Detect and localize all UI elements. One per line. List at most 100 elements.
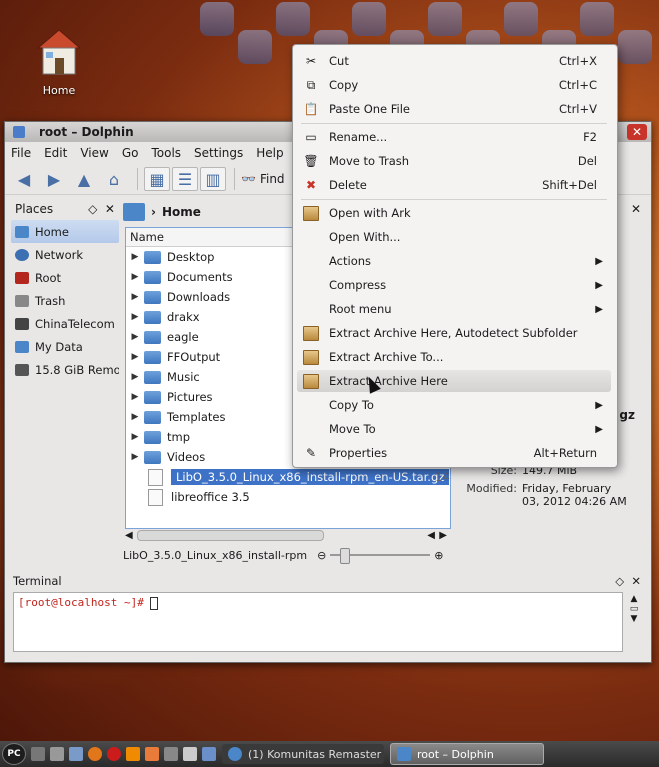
details-view-icon[interactable]: ☰ [172,167,198,191]
folder-icon [144,410,161,424]
panel-controls[interactable]: ◇ ✕ [615,574,641,588]
menu-item-move-to-trash[interactable]: 🗑 Move to Trash Del [297,150,611,172]
terminal-scrollbar[interactable]: ▲ ▭ ▼ [627,594,641,650]
breadcrumb-current[interactable]: Home [162,205,201,219]
launcher-icon[interactable] [183,747,197,761]
zoom-in-icon[interactable]: ⊕ [434,549,443,562]
properties-icon: ✎ [305,446,317,460]
scroll-left-icon[interactable]: ◀ [125,530,133,541]
file-name: libreoffice 3.5 [171,490,250,504]
up-arrow-icon[interactable]: ▲ [71,167,97,191]
place-label: Home [35,224,69,239]
place-network[interactable]: Network [11,243,119,266]
launcher-icon[interactable] [31,747,45,761]
menu-item-extract-archive-here[interactable]: Extract Archive Here [297,370,611,392]
toolbar-divider [137,168,138,190]
menu-item-copy[interactable]: ⧉ Copy Ctrl+C [297,74,611,96]
place-my-data[interactable]: My Data [11,335,119,358]
place-label: 15.8 GiB Remo... [35,362,119,377]
menu-item-label: Extract Archive Here, Autodetect Subfold… [329,326,578,340]
menu-item-delete[interactable]: ✖ Delete Shift+Del [297,174,611,196]
expand-arrow-icon[interactable]: ▶ [126,432,144,442]
columns-view-icon[interactable]: ▥ [200,167,226,191]
horizontal-scrollbar[interactable]: ◀ ◀ ▶ [125,528,449,542]
terminal-console[interactable]: [root@localhost ~]# [13,592,623,652]
scroll-right-icon[interactable]: ▶ [439,530,447,541]
vlc-icon[interactable] [126,747,140,761]
launcher-icon[interactable] [145,747,159,761]
menu-help[interactable]: Help [256,146,283,160]
status-bar: LibO_3.5.0_Linux_x86_install-rpm ⊖ ⊕ [123,546,453,564]
back-arrow-icon[interactable]: ◀ [11,167,37,191]
menu-view[interactable]: View [80,146,108,160]
place-removable[interactable]: 15.8 GiB Remo... [11,358,119,381]
scrollbar-thumb[interactable] [137,529,324,541]
terminal-header: Terminal ◇ ✕ [9,572,645,590]
launcher-icon[interactable] [69,747,83,761]
menu-item-actions[interactable]: Actions ▶ [297,250,611,272]
expand-arrow-icon[interactable]: ▶ [126,452,144,462]
menu-item-extract-archive-here-autodetect-subfolder[interactable]: Extract Archive Here, Autodetect Subfold… [297,322,611,344]
menu-go[interactable]: Go [122,146,139,160]
folder-icon [144,270,161,284]
home-icon[interactable]: ⌂ [101,167,127,191]
zoom-knob[interactable] [340,548,351,564]
start-menu-button[interactable]: PC [2,743,26,765]
expand-arrow-icon[interactable]: ▶ [126,332,144,342]
expand-arrow-icon[interactable]: ▶ [126,352,144,362]
launcher-icon[interactable] [202,747,216,761]
menu-settings[interactable]: Settings [194,146,243,160]
menu-item-open-with-ark[interactable]: Open with Ark [297,202,611,224]
zoom-out-icon[interactable]: ⊖ [317,549,326,562]
file-row[interactable]: libreoffice 3.5 [126,487,450,507]
zoom-slider[interactable]: ⊖ ⊕ [317,548,444,564]
window-title: root – Dolphin [39,125,134,139]
expand-arrow-icon[interactable]: ▶ [126,412,144,422]
place-root[interactable]: Root [11,266,119,289]
menu-item-rename[interactable]: ▭ Rename... F2 [297,126,611,148]
menu-item-open-with[interactable]: Open With... [297,226,611,248]
menu-separator [301,199,607,200]
menu-item-move-to[interactable]: Move To ▶ [297,418,611,440]
taskbar-task-dolphin[interactable]: root – Dolphin [390,743,544,765]
menu-file[interactable]: File [11,146,31,160]
opera-icon[interactable] [107,747,121,761]
panel-controls[interactable]: ◇ ✕ [88,202,115,216]
expand-arrow-icon[interactable]: ▶ [126,272,144,282]
menu-item-label: Open With... [329,230,401,244]
place-home[interactable]: Home [11,220,119,243]
taskbar-task-browser[interactable]: (1) Komunitas Remaster L [222,744,384,764]
binoculars-icon: 👓 [241,172,256,186]
menu-item-properties[interactable]: ✎ Properties Alt+Return [297,442,611,464]
expand-arrow-icon[interactable]: ▶ [126,392,144,402]
expand-arrow-icon[interactable]: ▶ [126,252,144,262]
menu-item-copy-to[interactable]: Copy To ▶ [297,394,611,416]
menu-edit[interactable]: Edit [44,146,67,160]
firefox-icon[interactable] [88,747,102,761]
desktop-home-icon[interactable]: Home [22,28,96,97]
file-row[interactable]: LibO_3.5.0_Linux_x86_install-rpm_en-US.t… [126,467,450,487]
menu-icon-placeholder [303,301,319,317]
launcher-icon[interactable] [164,747,178,761]
icons-view-icon[interactable]: ▦ [144,167,170,191]
expand-arrow-icon[interactable]: ▶ [126,372,144,382]
info-close-icon[interactable]: ✕ [631,202,641,216]
scroll-left-icon[interactable]: ◀ [427,530,435,541]
find-button[interactable]: 👓 Find [241,172,285,186]
expand-arrow-icon[interactable]: ▶ [126,292,144,302]
window-close-button[interactable]: ✕ [627,124,647,140]
menu-item-compress[interactable]: Compress ▶ [297,274,611,296]
zoom-track[interactable] [330,548,431,564]
place-trash[interactable]: Trash [11,289,119,312]
menu-item-extract-archive-to[interactable]: Extract Archive To... [297,346,611,368]
ark-icon [303,325,319,341]
archive-box-icon [303,349,319,365]
expand-arrow-icon[interactable]: ▶ [126,312,144,322]
forward-arrow-icon[interactable]: ▶ [41,167,67,191]
place-chinatelecom[interactable]: ChinaTelecom [11,312,119,335]
menu-item-root-menu[interactable]: Root menu ▶ [297,298,611,320]
launcher-icon[interactable] [50,747,64,761]
menu-item-cut[interactable]: ✂ Cut Ctrl+X [297,50,611,72]
menu-item-paste-one-file[interactable]: 📋 Paste One File Ctrl+V [297,98,611,120]
menu-tools[interactable]: Tools [151,146,181,160]
